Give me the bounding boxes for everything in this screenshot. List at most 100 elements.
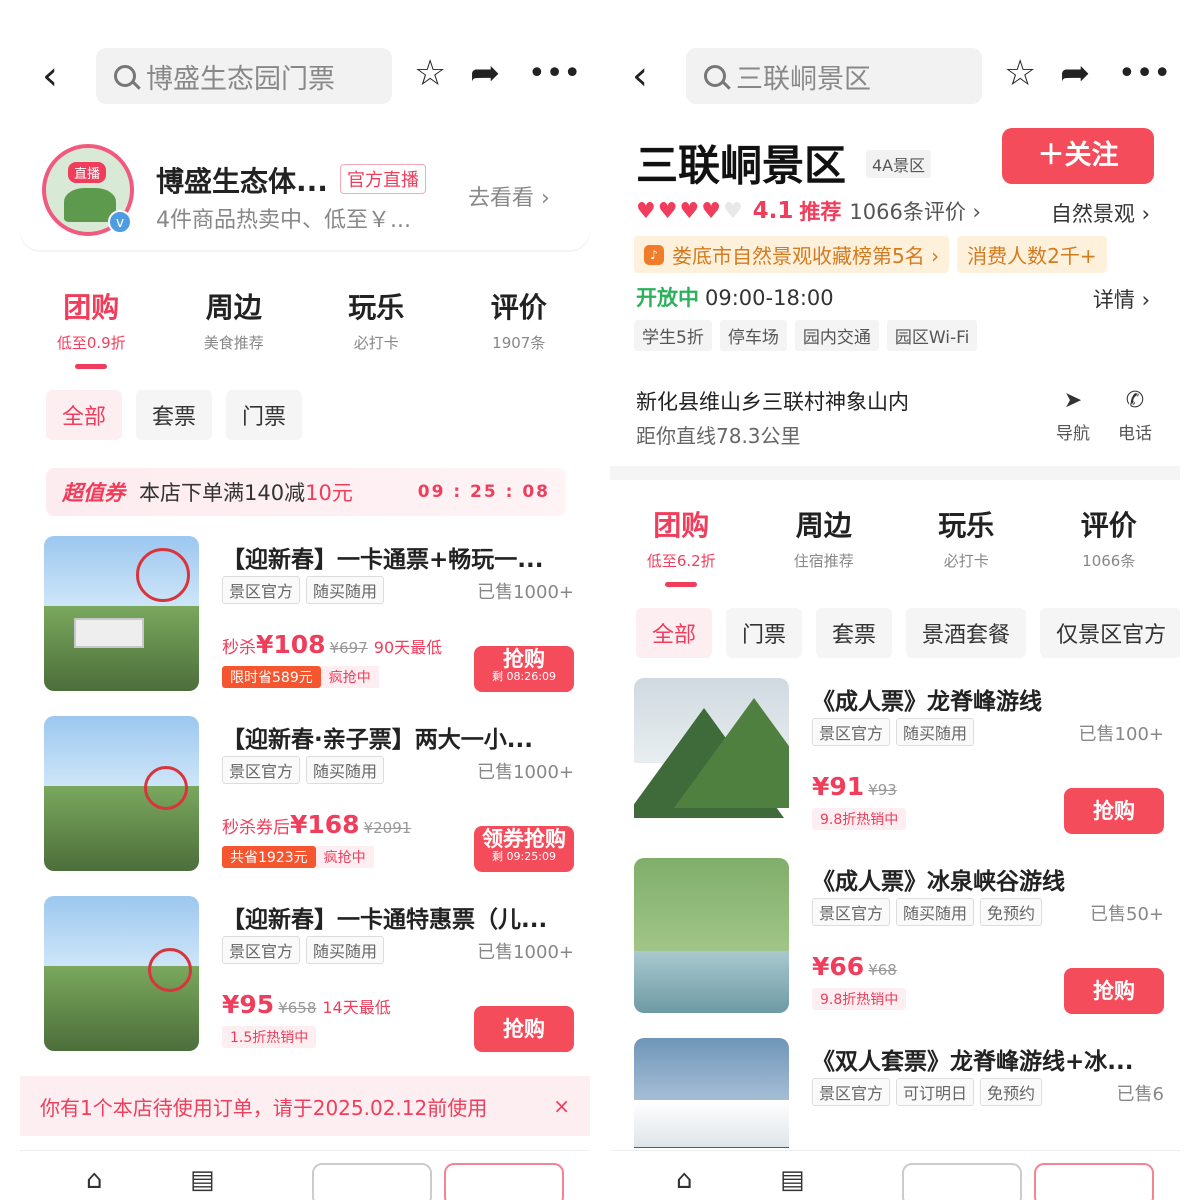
live-badge: 直播 xyxy=(68,162,107,183)
search-box[interactable]: 三联峒景区 xyxy=(686,48,982,104)
page-title: 三联峒景区 xyxy=(636,141,847,190)
price: ¥66 xyxy=(812,952,865,981)
price-note: 90天最低 xyxy=(373,638,443,657)
left-screen: ‹ 博盛生态园门票 ☆ ➦ ••• 直播 v 博盛生态体... 官方直播 4件商… xyxy=(20,0,590,1200)
original-price: ¥2091 xyxy=(363,819,412,837)
tab-sub: 1066条 xyxy=(1082,552,1136,570)
notice-text: 你有1个本店待使用订单，请于2025.02.12前使用 xyxy=(40,1095,488,1120)
filter-package[interactable]: 套票 xyxy=(816,608,893,658)
original-price: ¥697 xyxy=(329,639,368,657)
home-icon[interactable]: ⌂ xyxy=(676,1165,693,1195)
tab-group-buy[interactable]: 团购 低至6.2折 xyxy=(610,504,753,587)
star-icon[interactable]: ☆ xyxy=(1004,54,1036,94)
tab-reviews[interactable]: 评价 1066条 xyxy=(1038,504,1181,571)
star-icon[interactable]: ☆ xyxy=(414,54,446,94)
orders-icon[interactable]: ▤ xyxy=(190,1165,215,1195)
filter-ticket[interactable]: 门票 xyxy=(226,390,303,440)
filter-ticket[interactable]: 门票 xyxy=(726,608,803,658)
bottom-bar: ⌂ ▤ xyxy=(20,1150,590,1200)
share-icon[interactable]: ➦ xyxy=(470,54,500,94)
more-icon[interactable]: ••• xyxy=(528,54,581,94)
tab-label: 玩乐 xyxy=(348,291,405,324)
product-title: 【迎新春】一卡通特惠票（儿... xyxy=(222,907,548,933)
tab-label: 评价 xyxy=(490,291,547,324)
live-stream-bar[interactable]: 直播 v 博盛生态体... 官方直播 4件商品热卖中、低至￥... 去看看 › xyxy=(20,132,590,250)
price-prefix: 秒杀券后 xyxy=(222,818,290,838)
buy-countdown: 剩 08:26:09 xyxy=(492,670,556,683)
filter-all[interactable]: 全部 xyxy=(46,390,123,440)
tab-fun[interactable]: 玩乐 必打卡 xyxy=(305,286,448,353)
search-box[interactable]: 博盛生态园门票 xyxy=(96,48,392,104)
price-block: ¥66 ¥68 xyxy=(812,952,897,981)
heart-empty-icon: ♥ xyxy=(722,198,743,224)
product-card[interactable]: 【迎新春】一卡通票+畅玩一... 景区官方 随买随用 已售1000+ 秒杀¥108… xyxy=(44,536,574,696)
saving-badge: 共省1923元 xyxy=(222,846,316,868)
buy-button[interactable]: 抢购剩 08:26:09 xyxy=(474,646,574,692)
facility-tags: 学生5折 停车场 园内交通 园区Wi-Fi xyxy=(634,320,978,351)
open-status: 开放中 xyxy=(636,286,699,310)
tab-group-buy[interactable]: 团购 低至0.9折 xyxy=(20,286,163,369)
product-card[interactable]: 《成人票》冰泉峡谷游线 景区官方 随买随用 免预约 已售50+ ¥66 ¥68 9.8… xyxy=(634,858,1164,1018)
bottom-button[interactable] xyxy=(312,1163,432,1200)
heart-filled-icon: ♥ xyxy=(679,198,700,224)
tab-label: 评价 xyxy=(1080,509,1137,542)
filter-all[interactable]: 全部 xyxy=(636,608,713,658)
coupon-banner[interactable]: 超值券 本店下单满140减 10元 09 : 25 : 08 xyxy=(46,468,566,516)
heart-filled-icon: ♥ xyxy=(636,198,656,224)
navigation-icon: ➤ xyxy=(1063,388,1083,413)
back-icon[interactable]: ‹ xyxy=(632,56,648,96)
follow-button[interactable]: ＋关注 xyxy=(1002,128,1154,184)
orders-icon[interactable]: ▤ xyxy=(780,1165,805,1195)
product-tag: 免预约 xyxy=(980,1078,1043,1106)
section-tabs: 团购 低至0.9折 周边 美食推荐 玩乐 必打卡 评价 1907条 xyxy=(20,286,591,369)
pending-order-notice[interactable]: 你有1个本店待使用订单，请于2025.02.12前使用 × xyxy=(20,1076,590,1136)
tab-reviews[interactable]: 评价 1907条 xyxy=(448,286,591,353)
navigate-button[interactable]: ➤ 导航 xyxy=(1048,388,1098,444)
product-card[interactable]: 《成人票》龙脊峰游线 景区官方 随买随用 已售100+ ¥91 ¥93 9.8折热销… xyxy=(634,678,1164,838)
tab-label: 周边 xyxy=(795,509,852,542)
buy-button[interactable]: 抢购 xyxy=(474,1006,574,1052)
scenic-level-badge: 4A景区 xyxy=(866,150,932,178)
product-tag: 随买随用 xyxy=(306,936,385,964)
back-icon[interactable]: ‹ xyxy=(42,56,58,96)
tab-nearby[interactable]: 周边 住宿推荐 xyxy=(753,504,896,571)
phone-button[interactable]: ✆ 电话 xyxy=(1110,388,1160,444)
section-divider xyxy=(610,466,1180,480)
official-live-tag: 官方直播 xyxy=(340,164,426,194)
category-link[interactable]: 自然景观 › xyxy=(1051,198,1150,228)
close-icon[interactable]: × xyxy=(553,1094,570,1118)
search-icon xyxy=(114,65,136,87)
hot-badge: 9.8折热销中 xyxy=(812,808,907,830)
address: 新化县维山乡三联村神象山内 xyxy=(636,390,909,414)
go-watch-link[interactable]: 去看看 › xyxy=(468,180,550,212)
more-icon[interactable]: ••• xyxy=(1118,54,1171,94)
price-prefix: 秒杀 xyxy=(222,638,256,658)
tab-sub: 低至6.2折 xyxy=(646,552,716,570)
filter-official-only[interactable]: 仅景区官方 xyxy=(1040,608,1180,658)
tab-nearby[interactable]: 周边 美食推荐 xyxy=(163,286,306,353)
bottom-button-primary[interactable] xyxy=(444,1163,564,1200)
product-card[interactable]: 【迎新春】一卡通特惠票（儿... 景区官方 随买随用 已售1000+ ¥95 ¥65… xyxy=(44,896,574,1056)
rating-row[interactable]: ♥♥♥♥♥ 4.1 推荐 1066条评价 › xyxy=(636,196,981,226)
filter-package[interactable]: 套票 xyxy=(136,390,213,440)
live-subtitle: 4件商品热卖中、低至￥... xyxy=(156,208,411,233)
product-card[interactable]: 【迎新春·亲子票】两大一小... 景区官方 随买随用 已售1000+ 秒杀券后¥1… xyxy=(44,716,574,876)
price: ¥168 xyxy=(290,810,360,839)
share-icon[interactable]: ➦ xyxy=(1060,54,1090,94)
phone-label: 电话 xyxy=(1118,424,1152,444)
bottom-button-primary[interactable] xyxy=(1034,1163,1154,1200)
hot-badge: 9.8折热销中 xyxy=(812,988,907,1010)
filter-hotel-package[interactable]: 景酒套餐 xyxy=(906,608,1027,658)
rank-badge[interactable]: ♪ 娄底市自然景观收藏榜第5名 › xyxy=(634,236,950,273)
product-image xyxy=(44,896,199,1051)
buy-button[interactable]: 抢购 xyxy=(1064,788,1164,834)
home-icon[interactable]: ⌂ xyxy=(86,1165,103,1195)
bottom-button[interactable] xyxy=(902,1163,1022,1200)
tab-fun[interactable]: 玩乐 必打卡 xyxy=(895,504,1038,571)
saving-badge: 限时省589元 xyxy=(222,666,321,688)
buy-button[interactable]: 抢购 xyxy=(1064,968,1164,1014)
coupon-buy-button[interactable]: 领券抢购剩 09:25:09 xyxy=(474,826,574,872)
detail-link[interactable]: 详情 › xyxy=(1093,284,1150,314)
product-tag: 随买随用 xyxy=(306,756,385,784)
product-card[interactable]: 《双人套票》龙脊峰游线+冰... 景区官方 可订明日 免预约 已售6 xyxy=(634,1038,1164,1148)
